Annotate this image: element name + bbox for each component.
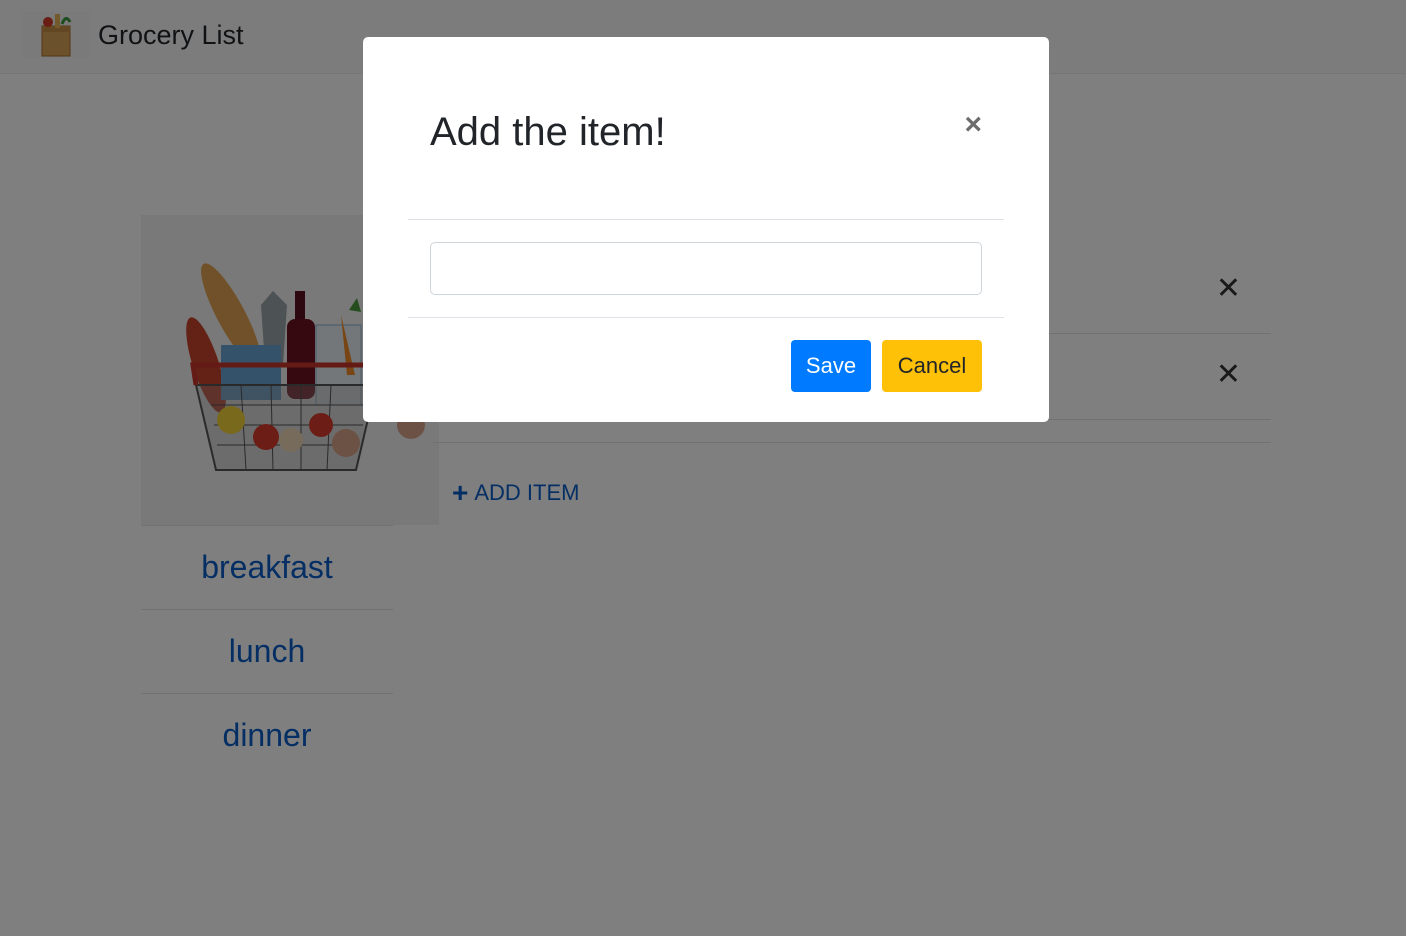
save-button[interactable]: Save (791, 340, 871, 392)
add-item-modal: Add the item! × Save Cancel (363, 37, 1049, 422)
modal-title: Add the item! (430, 110, 666, 154)
modal-footer: Save Cancel (408, 318, 1004, 398)
item-name-input[interactable] (430, 242, 982, 295)
cancel-button[interactable]: Cancel (882, 340, 982, 392)
close-icon[interactable]: × (964, 110, 982, 140)
modal-header: Add the item! × (408, 110, 1004, 220)
modal-body (408, 220, 1004, 318)
